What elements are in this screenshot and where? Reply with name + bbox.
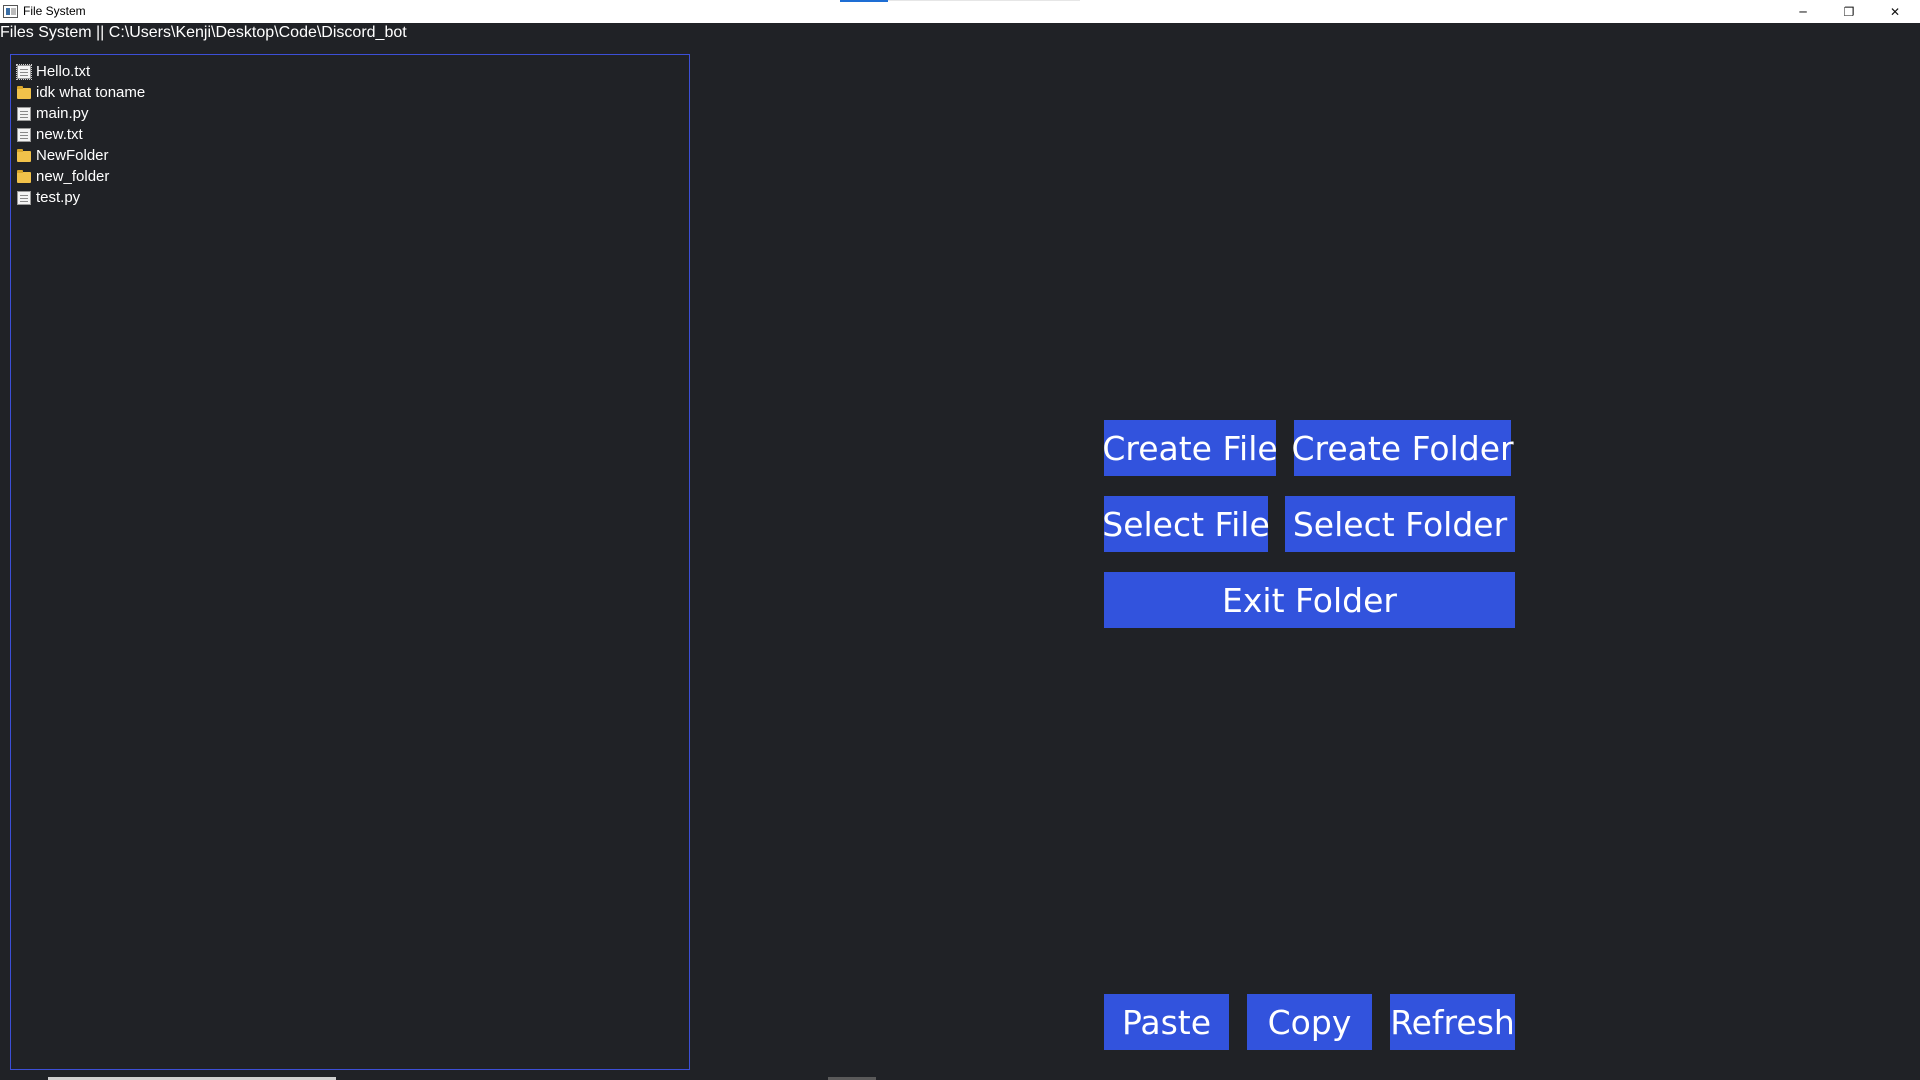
tree-item-label: new.txt (36, 126, 83, 143)
file-icon (16, 63, 32, 80)
tree-item[interactable]: NewFolder (11, 145, 689, 166)
maximize-button[interactable]: ❐ (1826, 0, 1872, 23)
tree-item[interactable]: Hello.txt (11, 61, 689, 82)
focus-indicator (840, 0, 888, 2)
folder-icon (17, 170, 31, 183)
paste-button[interactable]: Paste (1104, 994, 1229, 1050)
tree-item[interactable]: test.py (11, 187, 689, 208)
tree-item[interactable]: new.txt (11, 124, 689, 145)
exit-folder-button[interactable]: Exit Folder (1104, 572, 1515, 628)
restore-icon: ❐ (1843, 4, 1855, 19)
tree-item[interactable]: main.py (11, 103, 689, 124)
folder-icon (17, 149, 31, 162)
refresh-button[interactable]: Refresh (1390, 994, 1515, 1050)
tree-item-label: new_folder (36, 168, 110, 185)
tree-item-label: NewFolder (36, 147, 109, 164)
copy-button[interactable]: Copy (1247, 994, 1372, 1050)
app-icon (3, 5, 18, 18)
tree-item-label: Hello.txt (36, 63, 91, 80)
current-path-label: Files System || C:\Users\Kenji\Desktop\C… (0, 24, 407, 41)
close-icon: ✕ (1889, 4, 1901, 19)
select-file-button[interactable]: Select File (1102, 496, 1270, 552)
window-title: File System (23, 4, 86, 18)
tree-item-label: idk what toname (36, 84, 146, 101)
tree-item[interactable]: new_folder (11, 166, 689, 187)
file-icon (17, 190, 31, 205)
close-button[interactable]: ✕ (1872, 0, 1918, 23)
title-bar: File System ─ ❐ ✕ (0, 0, 1920, 23)
select-folder-button[interactable]: Select Folder (1285, 496, 1515, 552)
minimize-icon: ─ (1799, 4, 1807, 19)
file-tree[interactable]: Hello.txt idk what toname main.py new.tx… (10, 54, 690, 1070)
tree-item[interactable]: idk what toname (11, 82, 689, 103)
create-folder-button[interactable]: Create Folder (1291, 420, 1514, 476)
tree-item-label: test.py (36, 189, 81, 206)
create-file-button[interactable]: Create File (1102, 420, 1278, 476)
focus-indicator-track (888, 0, 1080, 1)
folder-icon (17, 86, 31, 99)
minimize-button[interactable]: ─ (1780, 0, 1826, 23)
file-icon (17, 127, 31, 142)
file-icon (17, 106, 31, 121)
tree-item-label: main.py (36, 105, 89, 122)
